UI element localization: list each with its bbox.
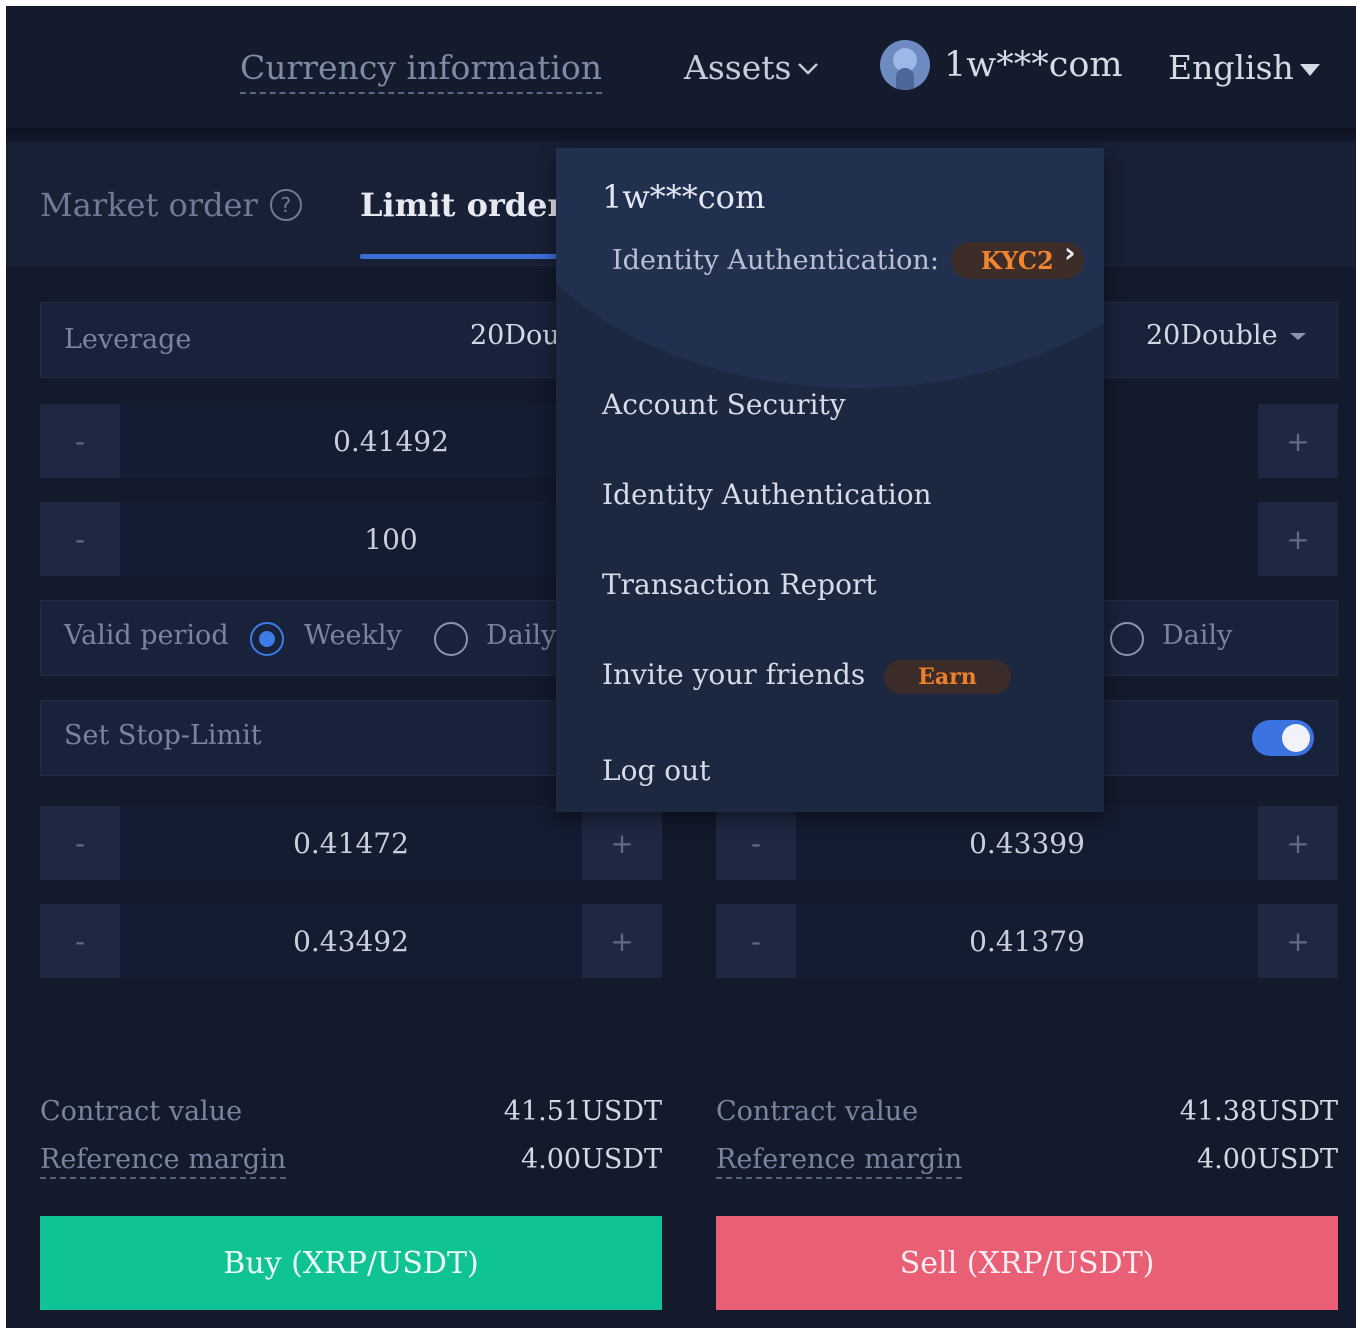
sell-stop-input-1[interactable]: 0.43399	[796, 806, 1258, 880]
language-label: English	[1168, 48, 1294, 87]
buy-stop-input-2[interactable]: 0.43492	[120, 904, 582, 978]
menu-item-log-out[interactable]: Log out	[602, 754, 710, 787]
sell-stop-stepper-2[interactable]: - 0.41379 +	[716, 904, 1338, 978]
topbar-shadow	[6, 128, 1356, 142]
sell-reference-margin: 4.00USDT	[1196, 1144, 1338, 1175]
menu-item-account-security[interactable]: Account Security	[602, 388, 846, 421]
user-dropdown-menu: 1w***com Identity Authentication: KYC2 ›…	[556, 148, 1104, 812]
tab-market-order[interactable]: Market order ?	[40, 186, 302, 224]
decrement-button[interactable]: -	[716, 806, 796, 880]
sell-leverage-value: 20Double	[1146, 320, 1278, 351]
stop-limit-label: Set Stop-Limit	[64, 720, 262, 751]
identity-status: Identity Authentication: KYC2 ›	[612, 236, 1084, 279]
menu-item-invite-friends[interactable]: Invite your friends Earn	[602, 658, 1011, 694]
tab-limit-order[interactable]: Limit order	[360, 186, 564, 224]
dropdown-user-name: 1w***com	[602, 178, 766, 216]
increment-button[interactable]: +	[582, 904, 662, 978]
caret-down-icon	[1289, 332, 1306, 340]
buy-stop-stepper-1[interactable]: - 0.41472 +	[40, 806, 662, 880]
leverage-label: Leverage	[64, 324, 192, 355]
chevron-down-icon	[798, 63, 819, 75]
trading-app: Currency information Assets 1w***com Eng…	[6, 6, 1356, 1328]
decrement-button[interactable]: -	[40, 502, 120, 576]
kyc-level-text: KYC2	[980, 246, 1054, 275]
sell-button[interactable]: Sell (XRP/USDT)	[716, 1216, 1338, 1310]
sell-amount-stepper[interactable]: +	[1258, 502, 1338, 576]
valid-period-label: Valid period	[64, 620, 229, 651]
weekly-label: Weekly	[304, 620, 402, 651]
sell-contract-value-label: Contract value	[716, 1096, 919, 1127]
weekly-radio[interactable]	[250, 622, 284, 656]
top-navigation-bar: Currency information Assets 1w***com Eng…	[6, 6, 1356, 134]
sell-daily-label: Daily	[1162, 620, 1233, 651]
identity-status-label: Identity Authentication:	[612, 245, 939, 276]
earn-badge: Earn	[884, 659, 1011, 694]
buy-reference-margin: 4.00USDT	[520, 1144, 662, 1175]
avatar	[880, 40, 930, 90]
nav-assets-label: Assets	[684, 48, 792, 87]
active-tab-indicator	[360, 254, 570, 259]
nav-user-menu[interactable]: 1w***com	[880, 40, 1123, 90]
sell-stop-stepper-1[interactable]: - 0.43399 +	[716, 806, 1338, 880]
increment-button[interactable]: +	[1258, 904, 1338, 978]
daily-label: Daily	[486, 620, 557, 651]
buy-stop-stepper-2[interactable]: - 0.43492 +	[40, 904, 662, 978]
help-icon[interactable]: ?	[269, 189, 302, 221]
invite-friends-label: Invite your friends	[602, 658, 866, 691]
increment-button[interactable]: +	[1258, 502, 1338, 576]
increment-button[interactable]: +	[582, 806, 662, 880]
caret-down-icon	[1299, 64, 1320, 76]
buy-stop-input-1[interactable]: 0.41472	[120, 806, 582, 880]
daily-radio[interactable]	[434, 622, 468, 656]
sell-stop-input-2[interactable]: 0.41379	[796, 904, 1258, 978]
buy-button[interactable]: Buy (XRP/USDT)	[40, 1216, 662, 1310]
menu-item-identity-authentication[interactable]: Identity Authentication	[602, 478, 932, 511]
language-selector[interactable]: English	[1168, 46, 1320, 90]
nav-currency-information[interactable]: Currency information	[240, 46, 603, 94]
tab-market-order-label: Market order	[40, 186, 258, 224]
increment-button[interactable]: +	[1258, 806, 1338, 880]
nav-user-name: 1w***com	[944, 45, 1123, 85]
menu-item-transaction-report[interactable]: Transaction Report	[602, 568, 877, 601]
buy-contract-value-label: Contract value	[40, 1096, 243, 1127]
chevron-right-icon: ›	[1064, 236, 1076, 269]
buy-leverage-select[interactable]: 20Dou	[470, 320, 560, 351]
sell-daily-radio[interactable]	[1110, 622, 1144, 656]
sell-contract-value: 41.38USDT	[1179, 1096, 1338, 1127]
sell-leverage-select[interactable]: 20Double	[1146, 320, 1308, 351]
sell-reference-margin-label[interactable]: Reference margin	[716, 1144, 963, 1179]
kyc-level-badge[interactable]: KYC2 ›	[950, 236, 1084, 279]
nav-assets-menu[interactable]: Assets	[684, 46, 821, 90]
stop-limit-toggle[interactable]	[1252, 720, 1314, 756]
decrement-button[interactable]: -	[40, 806, 120, 880]
decrement-button[interactable]: -	[716, 904, 796, 978]
decrement-button[interactable]: -	[40, 904, 120, 978]
increment-button[interactable]: +	[1258, 404, 1338, 478]
buy-reference-margin-label[interactable]: Reference margin	[40, 1144, 287, 1179]
sell-price-stepper[interactable]: +	[1258, 404, 1338, 478]
buy-contract-value: 41.51USDT	[503, 1096, 662, 1127]
decrement-button[interactable]: -	[40, 404, 120, 478]
